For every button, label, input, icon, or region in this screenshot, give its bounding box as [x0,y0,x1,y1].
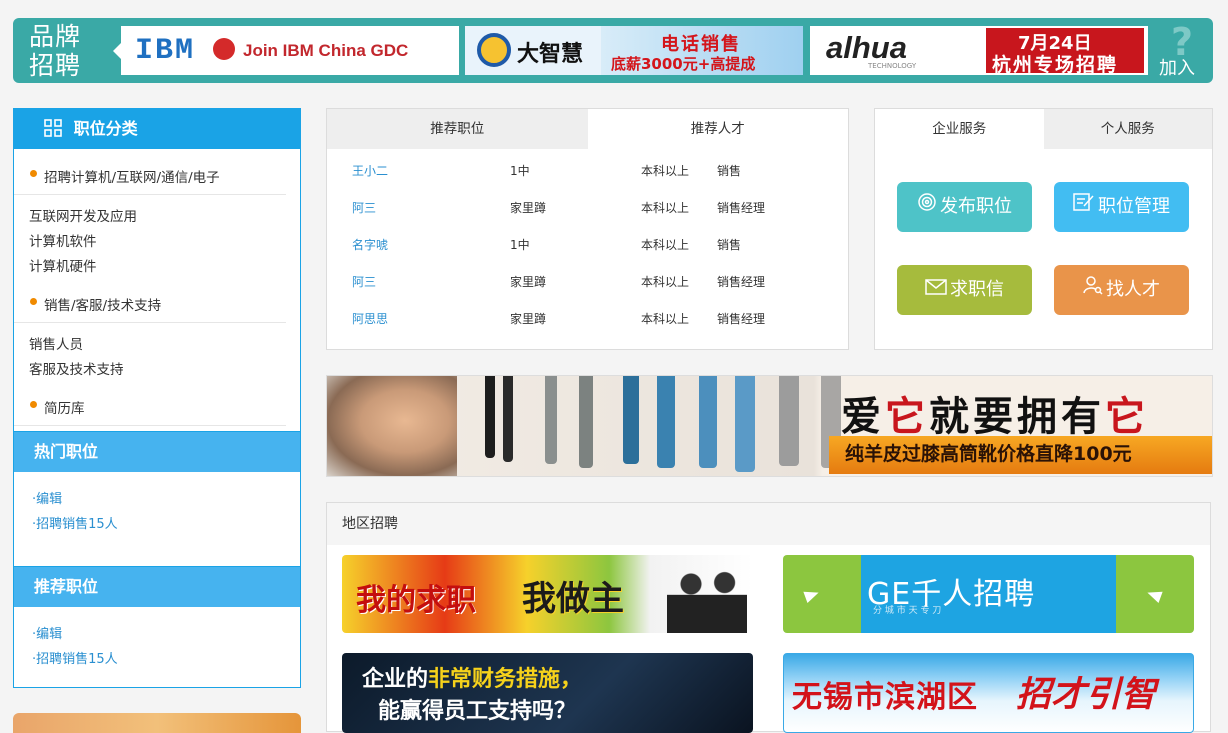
mail-icon [925,265,947,315]
job-category-panel: 职位分类 招聘计算机/互联网/通信/电子 互联网开发及应用 计算机软件 计算机硬… [13,108,301,432]
recommended-job-link[interactable]: ·编辑 [14,622,300,647]
talent-name-link[interactable]: 阿三 [352,273,376,290]
talent-position: 销售 [717,164,742,178]
ibm-ad[interactable]: IBM Join IBM China GDC [121,26,459,75]
tab-enterprise-service[interactable]: 企业服务 [875,109,1044,149]
dazhihui-logo-icon [477,33,511,67]
arrow-icon [1145,586,1163,604]
talent-name-link[interactable]: 名字唬 [352,236,388,253]
talent-position: 销售经理 [717,201,766,215]
brand-recruit-banner: 品牌 招聘 IBM Join IBM China GDC 大智慧 电话销售 底薪… [13,18,1213,83]
category-group-title[interactable]: 销售/客服/技术支持 [14,280,286,323]
talent-position: 销售经理 [717,312,766,326]
bullet-dot-icon [30,401,37,408]
talent-row: 阿思思 家里蹲 本科以上 销售经理 [327,298,848,335]
region-recruit-box: 地区招聘 我的求职 我做主 GE千人招聘 分 城 市 天 专 刀 企业的非常财务… [326,502,1211,733]
boot-image [623,376,639,464]
category-group: 招聘计算机/互联网/通信/电子 互联网开发及应用 计算机软件 计算机硬件 [14,149,300,280]
target-icon [917,182,937,232]
hot-jobs-panel: 热门职位 ·编辑 ·招聘销售15人 [13,432,301,567]
post-job-button[interactable]: 发布职位 [897,182,1032,232]
talent-position: 销售经理 [717,275,766,289]
talent-name-link[interactable]: 阿三 [352,199,376,216]
category-group: 简历库 [14,383,300,426]
talent-education: 本科以上 [641,238,690,252]
grid-icon [44,112,62,152]
region-ad-job-seek[interactable]: 我的求职 我做主 [342,555,753,633]
tab-recommended-jobs[interactable]: 推荐职位 [327,109,588,149]
talent-name-link[interactable]: 王小二 [352,162,388,179]
find-talent-button[interactable]: 找人才 [1054,265,1189,315]
boot-image [579,376,593,468]
boot-image [699,376,717,468]
talent-education: 本科以上 [641,275,690,289]
job-category-header: 职位分类 [14,109,300,149]
arrow-icon [803,586,821,604]
recommended-jobs-header: 推荐职位 [14,567,300,607]
hot-job-link[interactable]: ·编辑 [14,487,300,512]
category-item[interactable]: 计算机软件 [14,230,300,255]
talent-location: 家里蹲 [510,201,547,215]
category-group-title[interactable]: 简历库 [14,383,286,426]
model-face-image [327,376,457,476]
talent-education: 本科以上 [641,201,690,215]
dahua-ad[interactable]: alhua TECHNOLOGY 7月24日 杭州专场招聘 [810,26,1148,75]
category-item[interactable]: 客服及技术支持 [14,358,300,383]
dazhihui-ad[interactable]: 大智慧 电话销售 底薪3000元+高提成 [465,26,803,75]
category-item[interactable]: 互联网开发及应用 [14,205,300,230]
ibm-globe-icon [213,38,235,60]
talent-location: 1中 [510,164,530,178]
category-group-title[interactable]: 招聘计算机/互联网/通信/电子 [14,149,286,195]
boots-headline: 爱它就要拥有它 [841,393,1149,440]
brand-title: 品牌 招聘 [29,22,82,80]
tab-personal-service[interactable]: 个人服务 [1043,109,1212,149]
region-ad-wuxi[interactable]: 无锡市滨湖区 招才引智 [783,653,1194,733]
services-tabs: 企业服务 个人服务 [875,109,1212,149]
bullet-dot-icon [30,170,37,177]
boot-image [545,376,557,464]
people-image [667,563,747,633]
sidebar-bottom-ad[interactable] [13,713,301,733]
talent-location: 家里蹲 [510,275,547,289]
category-item[interactable]: 计算机硬件 [14,255,300,280]
boot-image [503,376,513,462]
edit-icon [1073,182,1095,232]
talent-row: 王小二 1中 本科以上 销售 [327,150,848,187]
region-ad-finance[interactable]: 企业的非常财务措施， 能赢得员工支持吗？ [342,653,753,733]
region-recruit-title: 地区招聘 [327,503,1210,545]
talent-education: 本科以上 [641,164,690,178]
user-search-icon [1083,265,1103,315]
talent-row: 阿三 家里蹲 本科以上 销售经理 [327,261,848,298]
boot-image [735,376,755,472]
recommended-jobs-panel: 推荐职位 ·编辑 ·招聘销售15人 [13,567,301,688]
hot-jobs-header: 热门职位 [14,432,300,472]
recommended-job-link[interactable]: ·招聘销售15人 [14,647,300,672]
finance-headline: 企业的非常财务措施， [362,667,583,692]
recommend-box: 推荐职位 推荐人才 王小二 1中 本科以上 销售 阿三 家里蹲 本科以上 销售经… [326,108,849,350]
boot-image [485,376,495,458]
boots-ad-banner[interactable]: 爱它就要拥有它 纯羊皮过膝高筒靴价格直降100元 [326,375,1213,477]
talent-name-link[interactable]: 阿思思 [352,310,388,327]
talent-row: 阿三 家里蹲 本科以上 销售经理 [327,187,848,224]
tab-recommended-talent[interactable]: 推荐人才 [587,109,848,149]
talent-location: 1中 [510,238,530,252]
boot-image [779,376,799,466]
job-management-button[interactable]: 职位管理 [1054,182,1189,232]
talent-row: 名字唬 1中 本科以上 销售 [327,224,848,261]
talent-location: 家里蹲 [510,312,547,326]
services-box: 企业服务 个人服务 发布职位 职位管理 求职信 找人才 [874,108,1213,350]
category-item[interactable]: 销售人员 [14,333,300,358]
boot-image [657,376,675,468]
region-ad-ge[interactable]: GE千人招聘 分 城 市 天 专 刀 [783,555,1194,633]
talent-position: 销售 [717,238,742,252]
join-link[interactable]: 加入 [1159,54,1195,80]
cover-letter-button[interactable]: 求职信 [897,265,1032,315]
talent-education: 本科以上 [641,312,690,326]
bullet-dot-icon [30,298,37,305]
category-group: 销售/客服/技术支持 销售人员 客服及技术支持 [14,280,300,383]
recommend-tabs: 推荐职位 推荐人才 [327,109,848,149]
hot-job-link[interactable]: ·招聘销售15人 [14,512,300,537]
